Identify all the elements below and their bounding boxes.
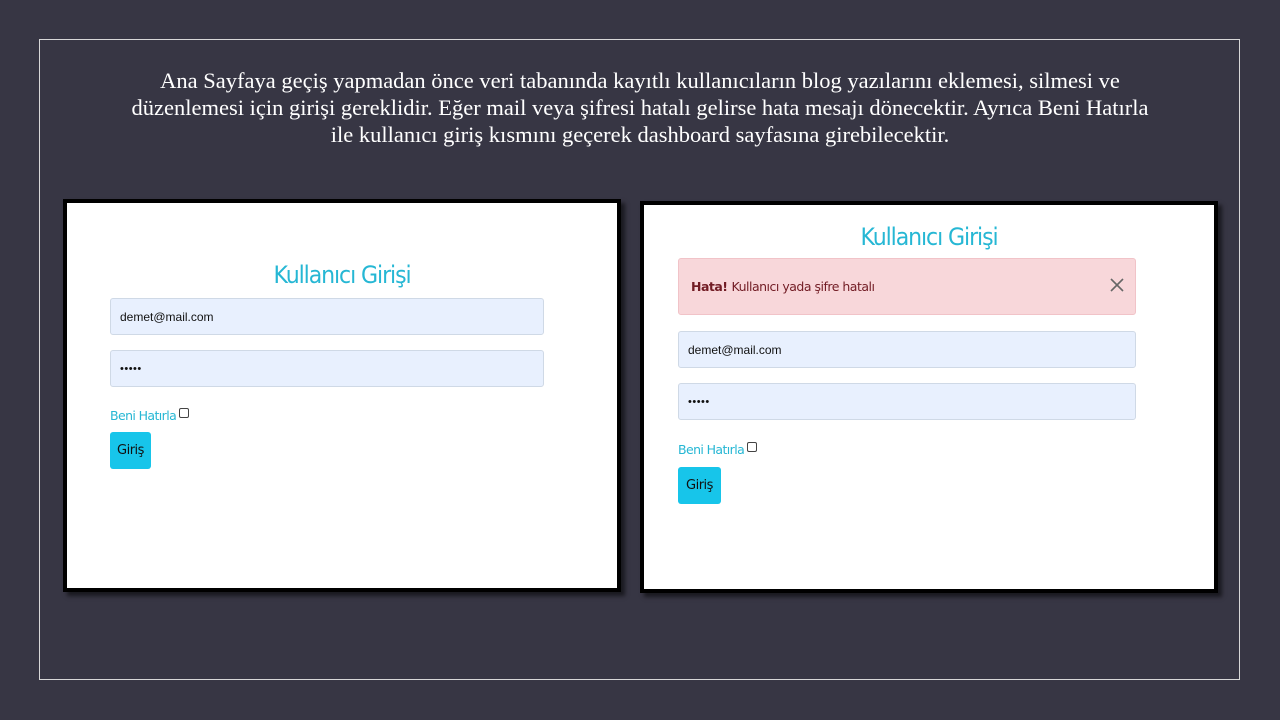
alert-message: Kullanıcı yada şifre hatalı (731, 279, 875, 294)
caption-line-2: düzenlemesi için girişi gereklidir. Eğer… (131, 95, 1149, 120)
email-field[interactable]: demet@mail.com (110, 298, 544, 335)
remember-me: Beni Hatırla (678, 441, 758, 457)
password-field[interactable]: ••••• (110, 350, 544, 387)
login-title: Kullanıcı Girişi (273, 261, 411, 289)
login-title: Kullanıcı Girişi (860, 223, 998, 251)
remember-me: Beni Hatırla (110, 407, 190, 423)
caption-line-1: Ana Sayfaya geçiş yapmadan önce veri tab… (160, 68, 1120, 93)
login-screenshot-error: Kullanıcı Girişi Hata! Kullanıcı yada şi… (640, 201, 1218, 593)
remember-me-label: Beni Hatırla (678, 442, 745, 457)
remember-me-label: Beni Hatırla (110, 408, 177, 423)
login-screenshot-default: Kullanıcı Girişi demet@mail.com ••••• Be… (63, 199, 621, 592)
password-field[interactable]: ••••• (678, 383, 1136, 420)
remember-me-checkbox[interactable] (747, 441, 758, 452)
error-alert: Hata! Kullanıcı yada şifre hatalı (678, 258, 1136, 315)
remember-me-checkbox[interactable] (179, 407, 190, 418)
caption-line-3: ile kullanıcı giriş kısmını geçerek dash… (330, 122, 950, 147)
login-button[interactable]: Giriş (110, 432, 151, 469)
alert-strong-text: Hata! (691, 279, 728, 294)
slide-caption: Ana Sayfaya geçiş yapmadan önce veri tab… (80, 67, 1200, 148)
close-icon[interactable] (1109, 277, 1125, 293)
slide: Ana Sayfaya geçiş yapmadan önce veri tab… (0, 0, 1280, 720)
login-button[interactable]: Giriş (678, 467, 721, 504)
email-field[interactable]: demet@mail.com (678, 331, 1136, 368)
